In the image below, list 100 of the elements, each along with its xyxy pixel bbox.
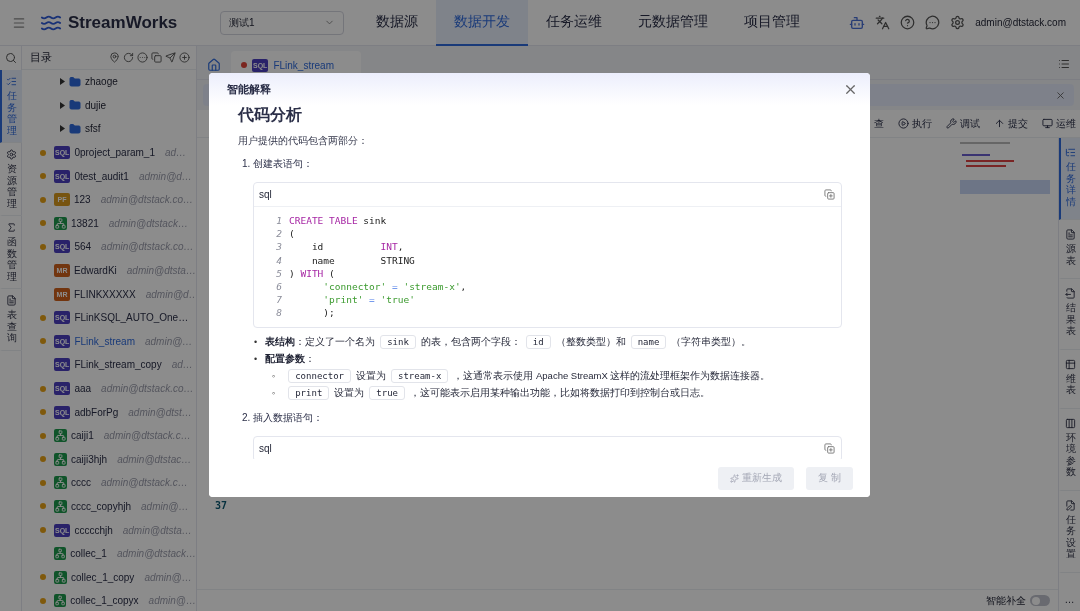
caret-icon[interactable] bbox=[60, 125, 65, 133]
task-name[interactable]: 564 bbox=[74, 241, 92, 253]
step-heading: 2. 插入数据语句： bbox=[242, 410, 325, 425]
line-number: 7 bbox=[275, 293, 282, 307]
task-name[interactable]: caiji1 bbox=[71, 430, 94, 442]
locate-icon[interactable] bbox=[109, 52, 120, 63]
side-panel-tab[interactable]: 任务设置 bbox=[1058, 490, 1080, 573]
task-name[interactable]: FLinKSQL_AUTO_One… bbox=[74, 312, 189, 324]
list-icon[interactable] bbox=[1058, 58, 1070, 70]
monitor-icon bbox=[1042, 118, 1053, 129]
side-nav-item[interactable]: 函数管理 bbox=[0, 216, 22, 289]
document-icon bbox=[6, 295, 17, 306]
toolbar-button[interactable]: 查 bbox=[874, 116, 884, 131]
language-icon[interactable] bbox=[875, 15, 891, 30]
user-email[interactable]: admin@dtstack.com bbox=[975, 17, 1066, 28]
minimap[interactable] bbox=[960, 142, 1050, 197]
task-name[interactable]: EdwardKi bbox=[74, 265, 117, 277]
side-panel-tab[interactable]: 环境参数 bbox=[1058, 408, 1080, 491]
folder-icon bbox=[69, 99, 81, 112]
caret-icon[interactable] bbox=[60, 78, 65, 86]
toolbar-button[interactable]: 运维 bbox=[1042, 116, 1076, 131]
more-icon[interactable] bbox=[137, 52, 148, 63]
line-number: 1 bbox=[275, 214, 282, 228]
sigma-icon bbox=[6, 222, 17, 233]
copy-icon[interactable] bbox=[151, 52, 162, 63]
flow-icon bbox=[54, 452, 67, 466]
checklist-icon bbox=[6, 76, 17, 87]
flow-icon bbox=[54, 547, 67, 561]
task-name[interactable]: aaa bbox=[74, 383, 92, 394]
nav-tab[interactable]: 元数据管理 bbox=[620, 0, 726, 46]
nav-tab[interactable]: 任务运维 bbox=[528, 0, 620, 46]
settings-icon[interactable] bbox=[950, 15, 966, 30]
folder-name[interactable]: sfsf bbox=[85, 123, 101, 135]
task-name[interactable]: FLink_stream bbox=[74, 335, 135, 347]
project-select[interactable]: 测试1 bbox=[220, 10, 344, 35]
task-name[interactable]: 13821 bbox=[71, 217, 99, 229]
nav-tab[interactable]: 项目管理 bbox=[726, 0, 818, 46]
task-name[interactable]: collec_1_copy bbox=[71, 571, 135, 583]
bullet-text: print 设置为 true ，这可能表示启用某种输出功能，比如将数据打印到控制台或日志。 bbox=[283, 386, 710, 400]
table-icon bbox=[1065, 358, 1076, 370]
task-name[interactable]: 0test_audit1 bbox=[74, 170, 129, 182]
side-nav-item[interactable]: 表查询 bbox=[0, 289, 22, 351]
intro-text: 用户提供的代码包含两部分： bbox=[238, 134, 369, 148]
nav-tab[interactable]: 数据源 bbox=[358, 0, 436, 46]
code-language: sql bbox=[259, 442, 272, 454]
side-panel-tab[interactable]: 结果表 bbox=[1058, 279, 1080, 350]
wrench-icon bbox=[946, 118, 957, 129]
refresh-icon[interactable] bbox=[123, 52, 134, 63]
side-panel-tab[interactable]: 任务详情 bbox=[1058, 138, 1080, 220]
copy-icon[interactable] bbox=[824, 189, 835, 200]
line-number: 8 bbox=[275, 306, 282, 320]
task-name[interactable]: collec_1_copyx bbox=[70, 595, 139, 607]
flow-icon bbox=[54, 570, 67, 584]
side-panel-tab[interactable]: 源表 bbox=[1058, 220, 1080, 279]
columns-icon bbox=[1065, 417, 1076, 429]
dialog-title: 智能解释 bbox=[227, 81, 271, 97]
caret-icon[interactable] bbox=[60, 101, 65, 109]
copy-icon[interactable] bbox=[824, 442, 835, 454]
autocomplete-switch[interactable] bbox=[1030, 595, 1050, 606]
add-icon[interactable] bbox=[179, 52, 190, 63]
side-panel-tab[interactable]: 维表 bbox=[1058, 349, 1080, 409]
toolbar-button[interactable]: 执行 bbox=[898, 116, 932, 131]
task-name[interactable]: 0project_param_1 bbox=[74, 147, 155, 159]
task-name[interactable]: caiji3hjh bbox=[71, 453, 108, 465]
more-text[interactable]: … bbox=[1064, 594, 1075, 605]
task-owner: admin@dtst… bbox=[128, 406, 192, 418]
line-number: 4 bbox=[275, 253, 282, 267]
task-name[interactable]: adbForPg bbox=[74, 406, 119, 418]
flow-icon bbox=[54, 594, 67, 608]
task-name[interactable]: cccc_copyhjh bbox=[71, 501, 132, 512]
line-number: 37 bbox=[215, 500, 227, 511]
search-icon[interactable] bbox=[4, 52, 17, 64]
home-icon[interactable] bbox=[207, 58, 221, 72]
code-line: ) WITH ( bbox=[289, 266, 335, 280]
task-name[interactable]: FLINKXXXXX bbox=[74, 288, 136, 300]
side-nav-item[interactable]: 资源管理 bbox=[0, 143, 22, 216]
message-icon[interactable] bbox=[925, 15, 941, 30]
toolbar-button[interactable]: 调试 bbox=[946, 116, 980, 131]
play-icon bbox=[898, 118, 909, 129]
nav-tab[interactable]: 数据开发 bbox=[436, 0, 528, 46]
close-icon[interactable] bbox=[1055, 89, 1066, 101]
robot-icon[interactable] bbox=[849, 14, 866, 31]
send-icon[interactable] bbox=[165, 52, 176, 63]
document-icon bbox=[1065, 229, 1076, 240]
task-name[interactable]: FLink_stream_copy bbox=[74, 359, 162, 371]
menu-icon[interactable] bbox=[12, 15, 26, 30]
task-name[interactable]: cccc bbox=[71, 477, 91, 489]
task-name[interactable]: ccccchjh bbox=[74, 524, 113, 536]
line-number: 3 bbox=[275, 240, 282, 254]
help-icon[interactable] bbox=[900, 15, 916, 30]
side-nav-item[interactable]: 任务管理 bbox=[0, 70, 22, 143]
export-icon bbox=[1065, 288, 1076, 299]
folder-name[interactable]: dujie bbox=[85, 99, 107, 111]
folder-name[interactable]: zhaoge bbox=[85, 76, 118, 88]
task-name[interactable]: collec_1 bbox=[70, 548, 107, 560]
toolbar-button[interactable]: 提交 bbox=[994, 116, 1028, 131]
line-number: 5 bbox=[275, 266, 282, 280]
code-line: name STRING bbox=[310, 253, 415, 267]
bullet-marker: ◦ bbox=[272, 371, 276, 382]
task-name[interactable]: 123 bbox=[74, 194, 91, 206]
